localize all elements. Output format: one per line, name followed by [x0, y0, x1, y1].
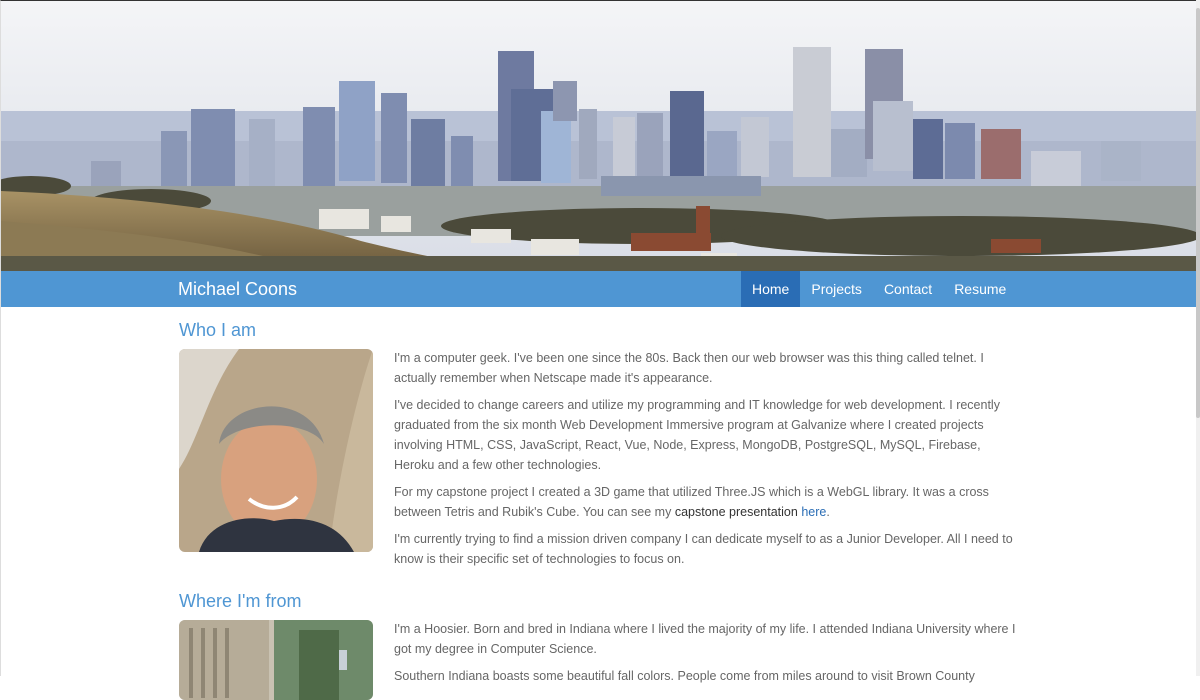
capstone-link[interactable]: here [801, 505, 826, 519]
city-skyline-image [1, 1, 1196, 271]
where-paragraph-2: Southern Indiana boasts some beautiful f… [394, 669, 975, 683]
nav-home[interactable]: Home [741, 271, 801, 307]
who-paragraph-3: For my capstone project I created a 3D g… [394, 482, 1019, 522]
who-paragraph-1: I'm a computer geek. I've been one since… [394, 351, 984, 385]
nav-menu: Home Projects Contact Resume [741, 271, 1017, 307]
nav-resume[interactable]: Resume [943, 271, 1017, 307]
page: Michael Coons Home Projects Contact Resu… [0, 0, 1196, 700]
who-paragraph-3-end: . [826, 505, 830, 519]
portrait-image [179, 349, 373, 552]
who-text: I'm a computer geek. I've been one since… [394, 348, 1019, 576]
where-text: I'm a Hoosier. Born and bred in Indiana … [394, 619, 1019, 693]
nav-projects[interactable]: Projects [800, 271, 873, 307]
top-navbar: Michael Coons Home Projects Contact Resu… [1, 271, 1196, 307]
nav-contact[interactable]: Contact [873, 271, 943, 307]
profile-photo [179, 349, 373, 552]
who-section-title: Who I am [179, 320, 257, 340]
where-paragraph-1: I'm a Hoosier. Born and bred in Indiana … [394, 622, 1016, 656]
where-section-title: Where I'm from [179, 591, 302, 611]
who-paragraph-2: I've decided to change careers and utili… [394, 398, 1000, 472]
hero-banner-image [1, 1, 1196, 271]
who-paragraph-4: I'm currently trying to find a mission d… [394, 532, 1013, 566]
building-image [179, 620, 373, 700]
capstone-presentation-text: capstone presentation [674, 505, 798, 519]
page-scrollbar-thumb[interactable] [1196, 8, 1200, 418]
site-brand[interactable]: Michael Coons [178, 271, 297, 307]
hometown-photo [179, 620, 373, 700]
